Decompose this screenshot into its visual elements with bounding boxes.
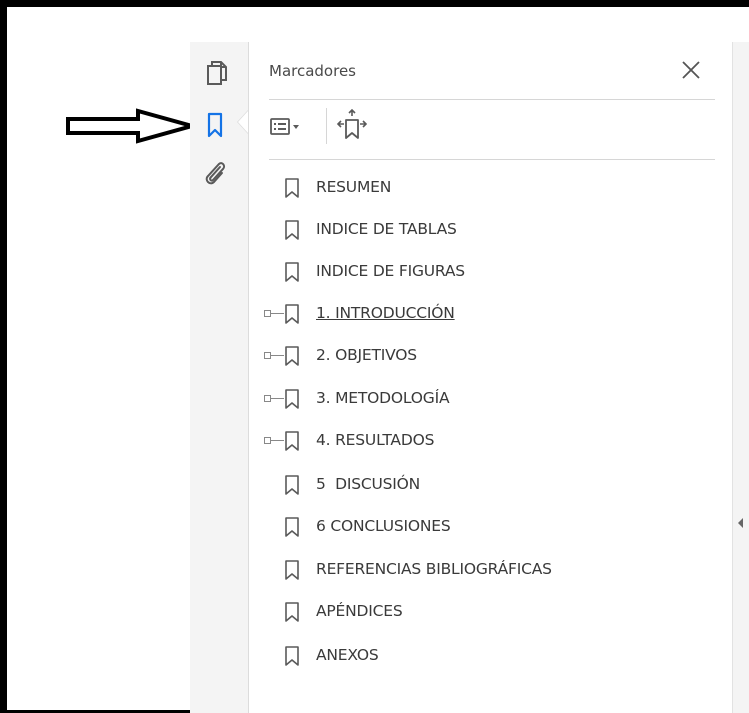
expand-toggle-icon[interactable] xyxy=(264,437,271,444)
expand-bookmark-icon[interactable] xyxy=(335,108,369,146)
tree-line xyxy=(271,440,284,441)
toolbar-divider xyxy=(269,159,715,160)
bookmark-icon xyxy=(285,475,299,495)
toolbar-separator xyxy=(326,108,327,144)
annotation-arrow-icon xyxy=(66,108,196,144)
bookmark-label: REFERENCIAS BIBLIOGRÁFICAS xyxy=(316,560,552,578)
bookmark-label: 4. RESULTADOS xyxy=(316,431,435,449)
bookmark-icon xyxy=(285,304,299,324)
panel-title: Marcadores xyxy=(269,62,356,80)
bookmark-label: INDICE DE FIGURAS xyxy=(316,262,465,280)
bookmark-label: RESUMEN xyxy=(316,178,392,196)
tree-line xyxy=(271,313,284,314)
bookmark-icon xyxy=(285,178,299,198)
right-pane-edge[interactable] xyxy=(732,42,749,713)
bookmark-label: 1. INTRODUCCIÓN xyxy=(316,304,455,322)
options-menu-icon[interactable] xyxy=(269,114,305,144)
active-indicator xyxy=(237,110,248,134)
bookmark-icon[interactable] xyxy=(200,110,230,140)
bookmark-label: 6 CONCLUSIONES xyxy=(316,517,451,535)
bookmark-icon xyxy=(285,517,299,537)
bookmark-label: 2. OBJETIVOS xyxy=(316,346,417,364)
attachment-icon[interactable] xyxy=(200,158,230,188)
bookmark-icon xyxy=(285,262,299,282)
expand-toggle-icon[interactable] xyxy=(264,395,271,402)
bookmark-icon xyxy=(285,431,299,451)
bookmark-label: INDICE DE TABLAS xyxy=(316,220,457,238)
bookmark-icon xyxy=(285,220,299,240)
bookmark-icon xyxy=(285,646,299,666)
close-icon[interactable] xyxy=(679,58,703,82)
bookmark-icon xyxy=(285,389,299,409)
bookmark-label: APÉNDICES xyxy=(316,602,403,620)
bookmark-icon xyxy=(285,560,299,580)
collapse-arrow-icon[interactable] xyxy=(738,518,743,528)
bookmark-label: 5 DISCUSIÓN xyxy=(316,475,421,493)
tree-line xyxy=(271,355,284,356)
pages-icon[interactable] xyxy=(200,58,230,88)
bookmark-label: 3. METODOLOGÍA xyxy=(316,389,450,407)
header-divider xyxy=(269,99,715,100)
expand-toggle-icon[interactable] xyxy=(264,310,271,317)
expand-toggle-icon[interactable] xyxy=(264,352,271,359)
bookmark-icon xyxy=(285,602,299,622)
bookmark-icon xyxy=(285,346,299,366)
bookmark-label: ANEXOS xyxy=(316,646,379,664)
tree-line xyxy=(271,398,284,399)
navigation-rail xyxy=(190,42,248,713)
